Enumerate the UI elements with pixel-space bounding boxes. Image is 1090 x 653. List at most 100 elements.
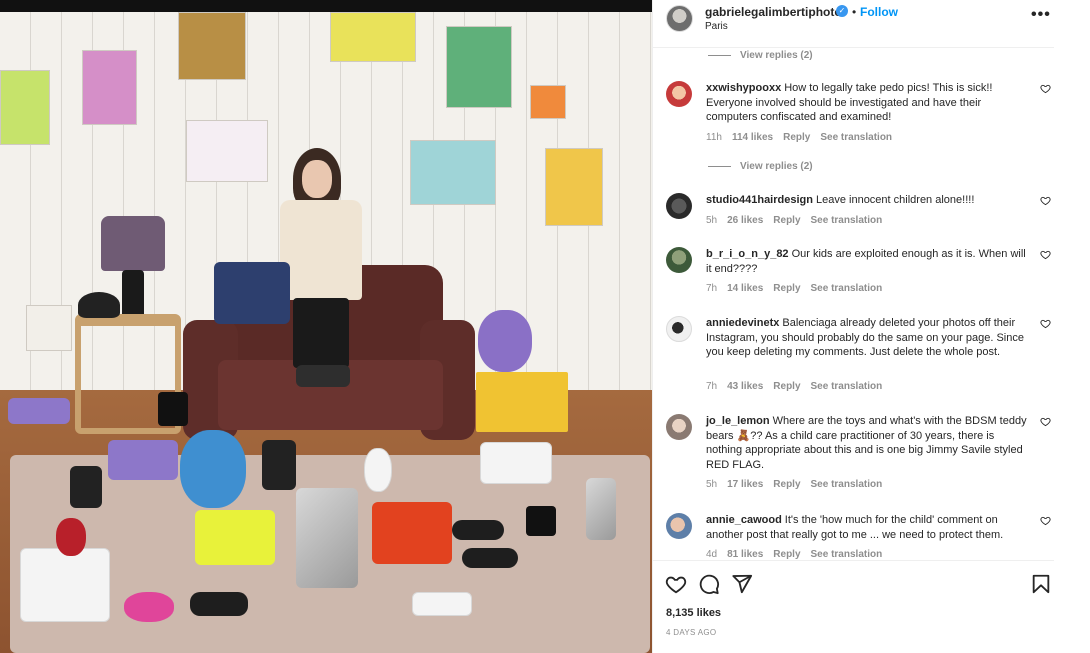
wall-drawing [410, 140, 496, 205]
purple-sneakers [108, 440, 178, 480]
comment-time: 5h [706, 479, 718, 490]
view-replies-button[interactable]: View replies (2) [708, 50, 813, 61]
commenter-username[interactable]: xxwishypooxx [706, 82, 781, 94]
wall-drawing [82, 50, 137, 125]
commenter-avatar[interactable] [666, 81, 692, 107]
comment-text: Leave innocent children alone!!!! [815, 194, 975, 206]
follow-button[interactable]: Follow [860, 5, 898, 19]
commenter-avatar[interactable] [666, 247, 692, 273]
heart-icon[interactable] [665, 573, 687, 595]
wall-drawing [446, 26, 512, 108]
reply-button[interactable]: Reply [773, 381, 800, 392]
comment-likes[interactable]: 114 likes [732, 132, 773, 143]
comment-meta: 5h 17 likes Reply See translation [706, 479, 892, 490]
replies-divider [708, 54, 731, 56]
wall-drawing [26, 305, 72, 351]
bookmark-icon[interactable] [1030, 573, 1052, 595]
lamp-base [122, 270, 144, 318]
commenter-username[interactable]: b_r_i_o_n_y_82 [706, 248, 789, 260]
comment-like-heart-icon[interactable] [1040, 83, 1051, 94]
commenter-username[interactable]: studio441hairdesign [706, 194, 813, 206]
comment-like-heart-icon[interactable] [1040, 416, 1051, 427]
view-replies-label: View replies (2) [740, 161, 813, 172]
red-sneakers [372, 502, 452, 564]
sunglasses [462, 548, 518, 568]
see-translation-button[interactable]: See translation [811, 215, 883, 226]
more-options-icon[interactable]: ••• [1031, 6, 1051, 24]
wall-drawing [0, 70, 50, 145]
commenter-avatar[interactable] [666, 193, 692, 219]
comment-likes[interactable]: 81 likes [727, 549, 763, 560]
black-cap [78, 292, 120, 318]
white-sock-sneakers [20, 548, 110, 622]
yellow-sneakers [195, 510, 275, 565]
author-username[interactable]: gabrielegalimbertiphoto [705, 5, 842, 19]
pink-cap [124, 592, 174, 622]
child-shoes [296, 365, 350, 387]
replies-divider [708, 165, 731, 167]
comment-like-heart-icon[interactable] [1040, 249, 1051, 260]
comment-time: 7h [706, 381, 718, 392]
commenter-username[interactable]: anniedevinetx [706, 317, 779, 329]
navy-hoodie [214, 262, 290, 324]
child-shirt [280, 200, 362, 300]
black-bag [526, 506, 556, 536]
wall-drawing [545, 148, 603, 226]
white-rabbit [364, 448, 392, 492]
comment-meta: 5h 26 likes Reply See translation [706, 215, 892, 226]
commenter-avatar[interactable] [666, 513, 692, 539]
reply-button[interactable]: Reply [773, 479, 800, 490]
black-mug [70, 466, 102, 508]
reply-button[interactable]: Reply [773, 215, 800, 226]
view-replies-button[interactable]: View replies (2) [708, 161, 813, 172]
comment-like-heart-icon[interactable] [1040, 515, 1051, 526]
reply-button[interactable]: Reply [783, 132, 810, 143]
post-actions-bar: 8,135 likes 4 DAYS AGO [653, 560, 1055, 653]
see-translation-button[interactable]: See translation [811, 381, 883, 392]
reply-button[interactable]: Reply [773, 549, 800, 560]
see-translation-button[interactable]: See translation [811, 549, 883, 560]
comment-likes[interactable]: 43 likes [727, 381, 763, 392]
post-photo[interactable] [0, 0, 652, 653]
purple-sneakers [8, 398, 70, 424]
photo-top-edge [0, 0, 652, 12]
comment-likes[interactable]: 14 likes [727, 283, 763, 294]
comment-body: studio441hairdesign Leave innocent childr… [706, 193, 1028, 208]
commenter-username[interactable]: jo_le_lemon [706, 415, 770, 427]
sunglasses [190, 592, 248, 616]
comment-body: anniedevinetx Balenciaga already deleted … [706, 316, 1028, 360]
red-glove [56, 518, 86, 556]
blue-teddy-bear [180, 430, 246, 508]
verified-badge-icon: ✓ [836, 5, 848, 17]
see-translation-button[interactable]: See translation [820, 132, 892, 143]
commenter-avatar[interactable] [666, 316, 692, 342]
see-translation-button[interactable]: See translation [811, 479, 883, 490]
metal-tray [296, 488, 358, 588]
post-location[interactable]: Paris [705, 21, 728, 32]
comment-body: b_r_i_o_n_y_82 Our kids are exploited eno… [706, 247, 1028, 276]
page-background [1054, 0, 1090, 653]
wall-drawing [186, 120, 268, 182]
view-replies-label: View replies (2) [740, 50, 813, 61]
comment-like-heart-icon[interactable] [1040, 318, 1051, 329]
likes-count[interactable]: 8,135 likes [666, 607, 721, 619]
commenter-username[interactable]: annie_cawood [706, 514, 782, 526]
see-translation-button[interactable]: See translation [811, 283, 883, 294]
comment-likes[interactable]: 26 likes [727, 215, 763, 226]
black-candle [262, 440, 296, 490]
reply-button[interactable]: Reply [773, 283, 800, 294]
white-sunglasses [412, 592, 472, 616]
metal-tumbler [586, 478, 616, 540]
commenter-avatar[interactable] [666, 414, 692, 440]
comments-list[interactable]: View replies (2) xxwishypooxx How to lega… [653, 48, 1055, 560]
comment-bubble-icon[interactable] [698, 573, 720, 595]
comment-like-heart-icon[interactable] [1040, 195, 1051, 206]
comment-likes[interactable]: 17 likes [727, 479, 763, 490]
comment-meta: 11h 114 likes Reply See translation [706, 132, 902, 143]
paper-plane-icon[interactable] [731, 573, 753, 595]
author-avatar[interactable] [666, 5, 693, 32]
child-face [302, 160, 332, 198]
post-date: 4 DAYS AGO [666, 628, 717, 637]
white-sneakers [480, 442, 552, 484]
comment-meta: 4d 81 likes Reply See translation [706, 549, 892, 560]
